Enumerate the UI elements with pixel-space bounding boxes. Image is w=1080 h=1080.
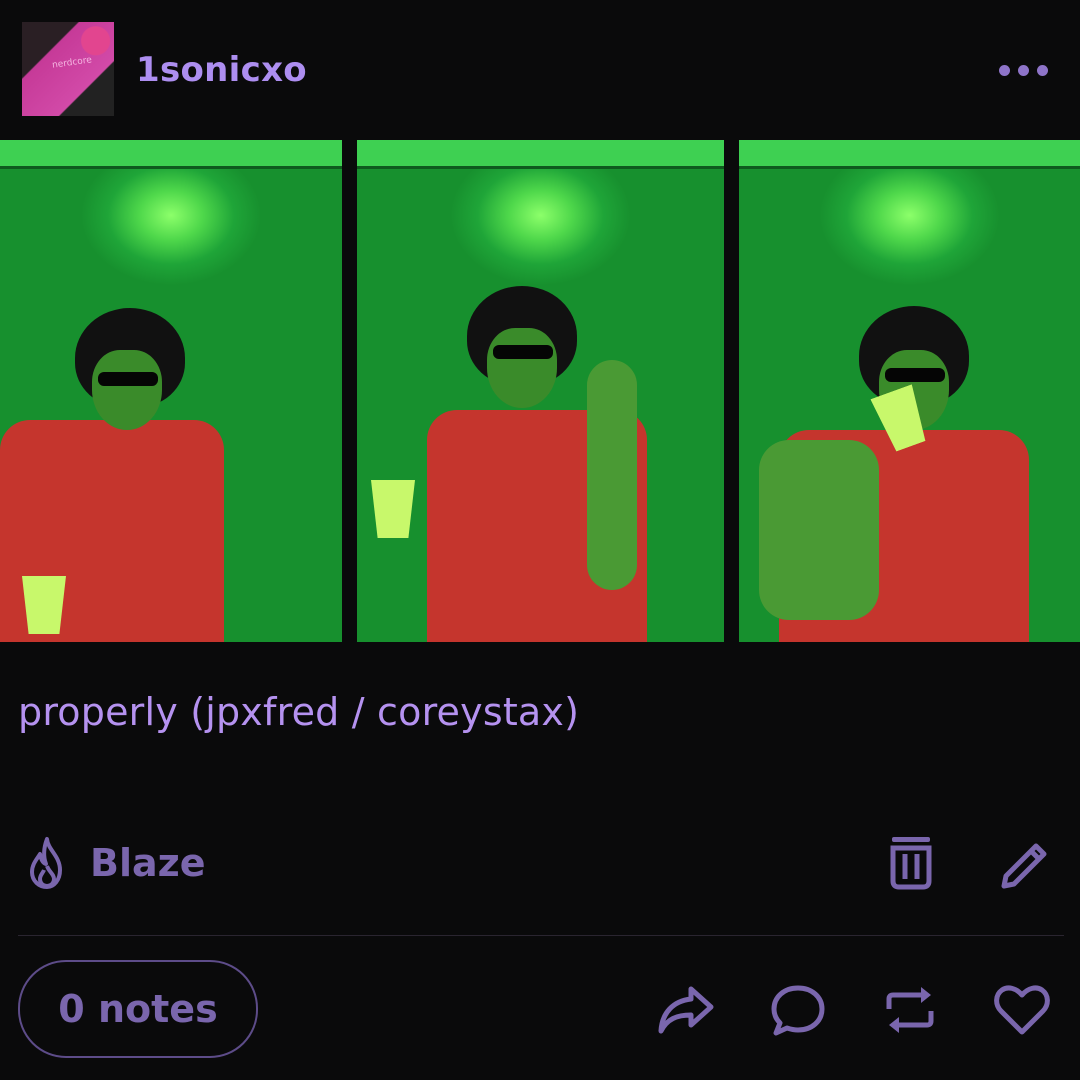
reblog-icon [886, 987, 934, 1033]
comment-button[interactable] [768, 980, 828, 1040]
share-icon [658, 986, 714, 1034]
notes-count: 0 notes [58, 987, 218, 1031]
pencil-icon [1001, 843, 1047, 889]
username[interactable]: 1sonicxo [136, 50, 307, 90]
notes-button[interactable]: 0 notes [18, 960, 258, 1058]
more-icon [1037, 64, 1048, 76]
more-icon [999, 64, 1010, 76]
share-button[interactable] [656, 980, 716, 1040]
heart-icon [994, 985, 1050, 1035]
trash-icon [890, 837, 932, 890]
avatar-shirt-text: nerdcore [51, 55, 93, 71]
more-icon [1018, 64, 1029, 76]
divider [18, 935, 1064, 936]
avatar[interactable]: nerdcore [22, 22, 114, 116]
photo-2[interactable] [357, 140, 724, 642]
more-options-button[interactable] [992, 60, 1048, 80]
reblog-button[interactable] [880, 980, 940, 1040]
photo-1[interactable] [0, 140, 342, 642]
edit-tools [884, 832, 1052, 892]
comment-icon [771, 985, 825, 1036]
photo-3[interactable] [739, 140, 1080, 642]
blaze-label: Blaze [90, 841, 206, 885]
edit-button[interactable] [998, 832, 1052, 892]
like-button[interactable] [992, 980, 1052, 1040]
photo-set [0, 140, 1080, 642]
delete-button[interactable] [884, 832, 938, 892]
post-actions [656, 980, 1052, 1040]
post-header: nerdcore 1sonicxo [0, 0, 1080, 140]
post-caption: properly (jpxfred / coreystax) [18, 690, 580, 734]
blaze-button[interactable]: Blaze [24, 836, 206, 890]
flame-icon [30, 837, 62, 889]
